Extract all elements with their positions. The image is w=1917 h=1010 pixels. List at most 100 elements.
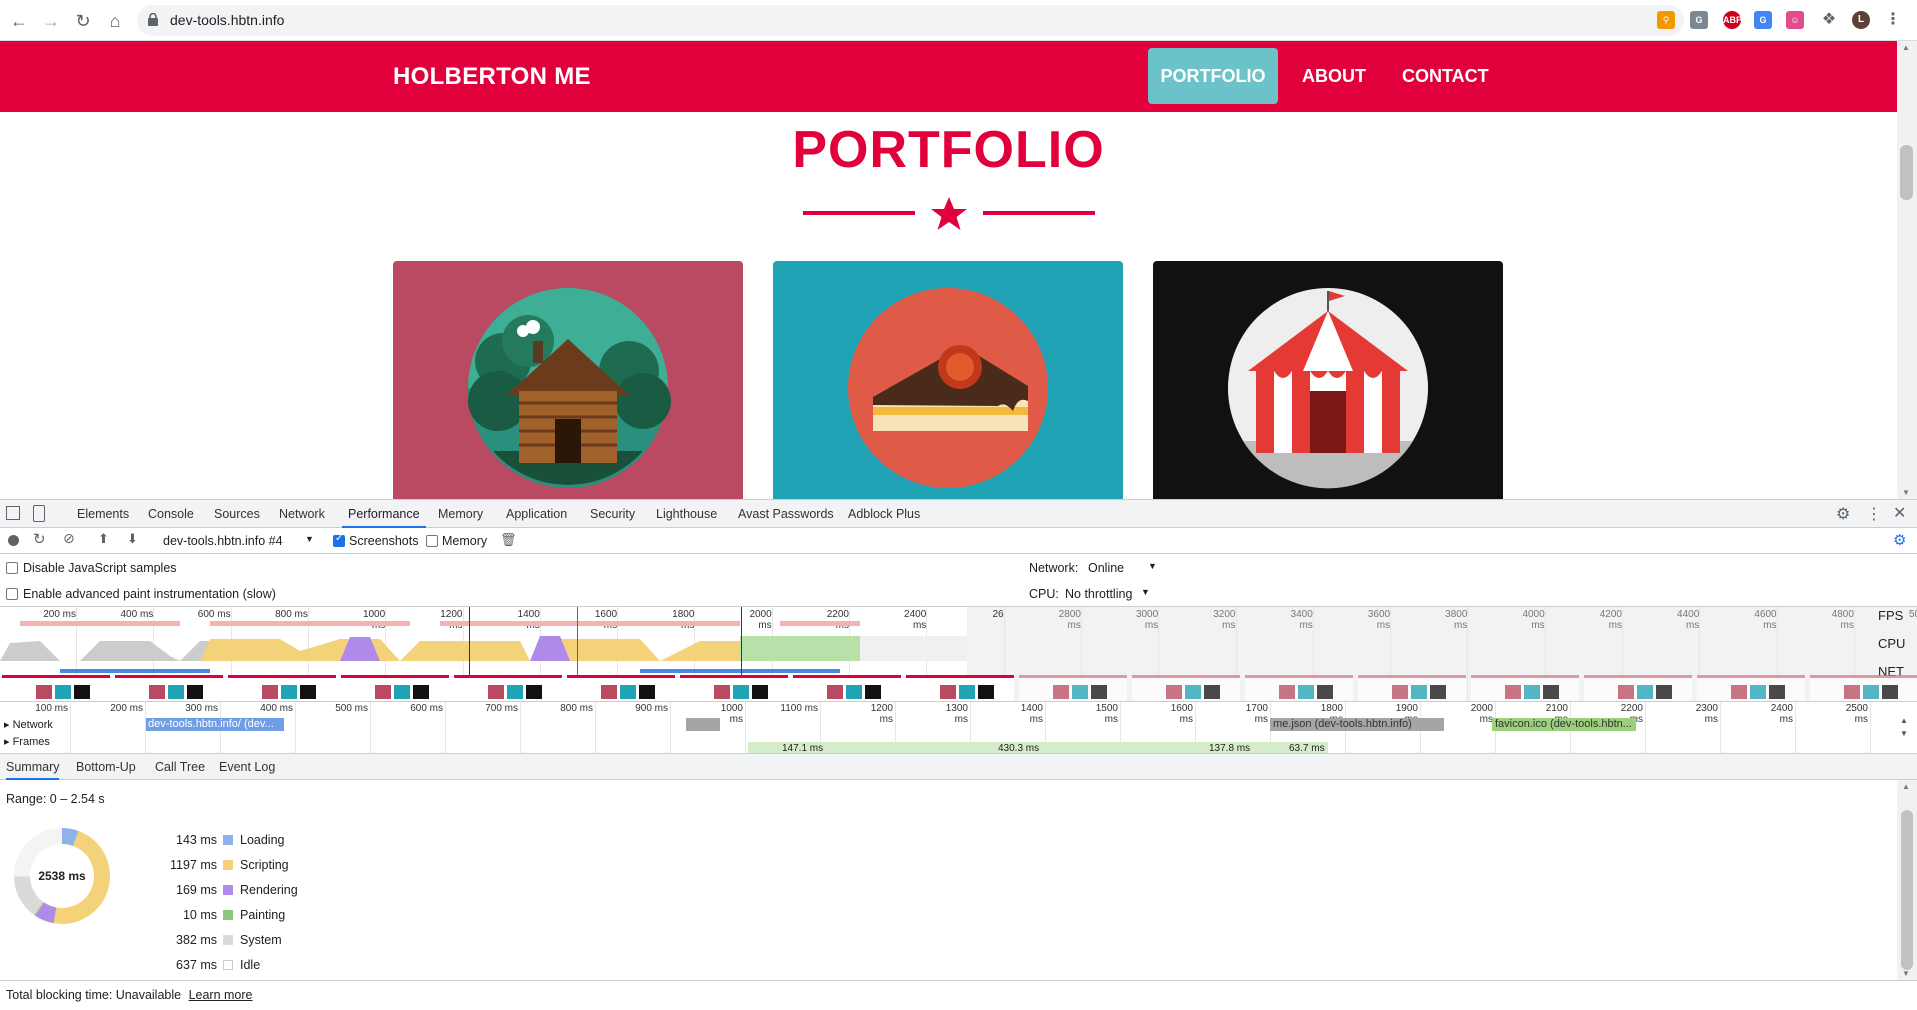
overview-tick-label: 4000 ms xyxy=(1522,609,1545,631)
tab-elements[interactable]: Elements xyxy=(77,500,129,528)
tab-avast-passwords[interactable]: Avast Passwords xyxy=(738,500,834,528)
disable-js-samples-checkbox[interactable] xyxy=(6,562,18,574)
shield-extension-icon[interactable]: G xyxy=(1690,11,1708,29)
page-scrollbar-thumb[interactable] xyxy=(1900,145,1913,200)
devtools-settings-gear-icon[interactable]: ⚙ xyxy=(1836,504,1850,524)
filmstrip-screenshot[interactable] xyxy=(1019,675,1127,701)
tab-event-log[interactable]: Event Log xyxy=(219,754,275,780)
filmstrip-screenshot[interactable] xyxy=(1132,675,1240,701)
nav-contact[interactable]: CONTACT xyxy=(1386,48,1505,104)
avatar-extension-icon[interactable]: ☺ xyxy=(1786,11,1804,29)
adblock-plus-icon[interactable]: ABP xyxy=(1723,11,1742,29)
tab-sources[interactable]: Sources xyxy=(214,500,260,528)
tab-memory[interactable]: Memory xyxy=(438,500,483,528)
paint-instrumentation-checkbox[interactable] xyxy=(6,588,18,600)
net-request-small[interactable] xyxy=(686,718,720,731)
filmstrip-card-thumb xyxy=(1053,685,1069,699)
filmstrip-screenshot[interactable] xyxy=(115,675,223,701)
record-icon[interactable] xyxy=(8,535,19,546)
screenshots-checkbox[interactable]: ✓ xyxy=(333,533,345,547)
save-profile-icon[interactable]: ⬇ xyxy=(127,531,138,547)
filmstrip-screenshot[interactable] xyxy=(2,675,110,701)
overview-tick-label: 3400 ms xyxy=(1290,609,1313,631)
overview-cpu-label: CPU xyxy=(1878,636,1906,651)
frames-track-label[interactable]: ▸ Frames xyxy=(4,735,50,748)
tab-call-tree[interactable]: Call Tree xyxy=(155,754,205,780)
frame-label-1[interactable]: 147.1 ms xyxy=(782,743,823,753)
timeline-overview[interactable]: 200 ms 400 ms 600 ms 800 ms 1000 ms 1200 ms 14… xyxy=(0,607,1917,702)
filmstrip-screenshot[interactable] xyxy=(1697,675,1805,701)
details-scrollbar-thumb[interactable] xyxy=(1901,810,1913,970)
cpu-throttle-select[interactable]: No throttling xyxy=(1065,587,1132,601)
load-profile-icon[interactable]: ⬆ xyxy=(98,531,109,547)
filmstrip-screenshot[interactable] xyxy=(1810,675,1917,701)
filmstrip-screenshot[interactable] xyxy=(567,675,675,701)
address-bar[interactable]: dev-tools.hbtn.info ☆ xyxy=(137,5,1684,36)
filmstrip-screenshot[interactable] xyxy=(454,675,562,701)
filmstrip-card-thumb xyxy=(149,685,165,699)
learn-more-link[interactable]: Learn more xyxy=(189,988,253,1002)
frame-label-2[interactable]: 430.3 ms xyxy=(998,743,1039,753)
home-icon[interactable]: ⌂ xyxy=(104,10,126,32)
clear-icon[interactable]: ⊘ xyxy=(63,530,75,547)
reload-profile-icon[interactable]: ↻ xyxy=(33,530,46,548)
tab-network[interactable]: Network xyxy=(279,500,325,528)
trash-icon[interactable]: 🗑 xyxy=(500,532,517,548)
nav-portfolio[interactable]: PORTFOLIO xyxy=(1148,48,1278,104)
filmstrip-screenshot[interactable] xyxy=(228,675,336,701)
devtools-close-icon[interactable]: ✕ xyxy=(1893,503,1906,523)
filmstrip-screenshot[interactable] xyxy=(680,675,788,701)
site-brand[interactable]: HOLBERTON ME xyxy=(393,63,591,91)
nav-about[interactable]: ABOUT xyxy=(1286,48,1382,104)
filmstrip-screenshot[interactable] xyxy=(906,675,1014,701)
capture-settings-gear-icon[interactable]: ⚙ xyxy=(1893,531,1906,549)
filmstrip-screenshot[interactable] xyxy=(793,675,901,701)
page-scrollbar[interactable]: ▲ ▼ xyxy=(1897,41,1917,499)
portfolio-card-cabin[interactable] xyxy=(393,261,743,499)
devtools-menu-icon[interactable]: ⋮ xyxy=(1866,504,1882,524)
filmstrip-card-thumb xyxy=(1298,685,1314,699)
tab-application[interactable]: Application xyxy=(506,500,567,528)
inspect-element-icon[interactable] xyxy=(6,506,20,520)
reload-icon[interactable]: ↻ xyxy=(72,10,94,32)
timeline-scroll-up-icon[interactable]: ▲ xyxy=(1900,716,1908,725)
profile-avatar[interactable]: L xyxy=(1852,11,1870,29)
tab-summary[interactable]: Summary xyxy=(6,754,60,780)
tab-lighthouse[interactable]: Lighthouse xyxy=(656,500,717,528)
tab-console[interactable]: Console xyxy=(148,500,194,528)
filmstrip-screenshot[interactable] xyxy=(1245,675,1353,701)
key-extension-icon[interactable]: ⚲ xyxy=(1657,11,1675,29)
portfolio-card-circus[interactable] xyxy=(1153,261,1503,499)
overview-tick-label: 800 ms xyxy=(275,609,308,620)
filmstrip-screenshot[interactable] xyxy=(1358,675,1466,701)
frame-label-4[interactable]: 63.7 ms xyxy=(1289,743,1325,753)
timeline-tick-label: 700 ms xyxy=(485,703,518,714)
filmstrip-card-thumb xyxy=(187,685,203,699)
tab-performance[interactable]: Performance xyxy=(342,500,426,528)
tab-adblock-plus[interactable]: Adblock Plus xyxy=(848,500,920,528)
net-request-document[interactable]: dev-tools.hbtn.info/ (dev... xyxy=(146,718,284,731)
tab-bottom-up[interactable]: Bottom-Up xyxy=(76,754,136,780)
recording-select[interactable]: dev-tools.hbtn.info #4 xyxy=(163,534,283,548)
filmstrip-screenshot[interactable] xyxy=(1584,675,1692,701)
extensions-puzzle-icon[interactable]: ❖ xyxy=(1820,11,1838,29)
memory-checkbox[interactable] xyxy=(426,535,438,547)
network-throttle-select[interactable]: Online xyxy=(1088,561,1124,575)
forward-icon[interactable]: → xyxy=(40,10,62,32)
network-track-label[interactable]: ▸ Network xyxy=(4,718,53,731)
timeline-scroll-down-icon[interactable]: ▼ xyxy=(1900,729,1908,738)
frame-label-3[interactable]: 137.8 ms xyxy=(1209,743,1250,753)
device-toolbar-icon[interactable] xyxy=(33,505,45,522)
chrome-menu-icon[interactable]: ⋮ xyxy=(1884,11,1902,29)
tab-security[interactable]: Security xyxy=(590,500,635,528)
back-icon[interactable]: ← xyxy=(8,10,30,32)
net-request-favicon[interactable]: favicon.ico (dev-tools.hbtn... xyxy=(1492,718,1636,731)
net-request-json[interactable]: me.json (dev-tools.hbtn.info) xyxy=(1270,718,1444,731)
details-scrollbar[interactable]: ▲ ▼ xyxy=(1897,780,1917,980)
portfolio-card-cake[interactable] xyxy=(773,261,1123,499)
filmstrip-screenshot[interactable] xyxy=(341,675,449,701)
filmstrip-screenshot[interactable] xyxy=(1471,675,1579,701)
timeline-flamechart[interactable]: 100 ms 200 ms 300 ms 400 ms 500 ms 600 ms 700 … xyxy=(0,702,1917,754)
screenshot-filmstrip[interactable] xyxy=(0,675,1917,701)
translate-icon[interactable]: G xyxy=(1754,11,1772,29)
